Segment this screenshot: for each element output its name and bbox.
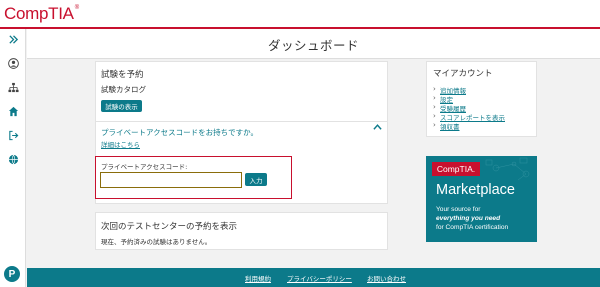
card-divider xyxy=(96,121,387,122)
my-account-title: マイアカウント xyxy=(433,69,493,79)
access-code-question[interactable]: プライベートアクセスコードをお持ちですか。 xyxy=(101,127,258,138)
user-icon[interactable] xyxy=(5,56,21,70)
chevron-right-icon: › xyxy=(433,103,436,111)
home-icon[interactable] xyxy=(5,104,21,118)
chevron-right-icon: › xyxy=(433,121,436,129)
left-sidebar xyxy=(0,29,26,287)
upcoming-appointments-title: 次回のテストセンターの予約を表示 xyxy=(101,222,238,232)
page-title: ダッシュボード xyxy=(267,38,359,53)
ad-line-2: everything you need xyxy=(436,215,501,222)
ad-comptia-badge: CompTIA. xyxy=(432,162,480,176)
globe-icon[interactable] xyxy=(5,152,21,166)
chevron-right-icon: › xyxy=(433,85,436,93)
schedule-exam-title: 試験を予約 xyxy=(101,70,144,80)
details-link[interactable]: 詳細はこちら xyxy=(101,139,140,149)
expand-icon[interactable] xyxy=(5,32,21,46)
footer-link-privacy[interactable]: プライバシーポリシー xyxy=(287,273,352,283)
page-title-bar: ダッシュボード xyxy=(27,29,600,59)
chevron-right-icon: › xyxy=(433,112,436,120)
sign-out-icon[interactable] xyxy=(5,128,21,142)
view-exams-button[interactable]: 試験の表示 xyxy=(101,100,142,112)
ad-line-3: for CompTIA certification xyxy=(436,224,509,231)
exam-catalog-label: 試験カタログ xyxy=(101,85,146,94)
top-header: CompTIA® xyxy=(0,0,600,29)
access-code-label: プライベートアクセスコード: xyxy=(101,163,188,171)
no-appointments-message: 現在、予約済みの試験はありません。 xyxy=(101,238,212,246)
footer-link-terms[interactable]: 利用規約 xyxy=(245,273,271,283)
comptia-logo[interactable]: CompTIA® xyxy=(4,4,79,24)
ad-title: Marketplace xyxy=(436,182,515,198)
chevron-up-icon[interactable] xyxy=(373,123,382,134)
sitemap-icon[interactable] xyxy=(5,80,21,94)
footer: 利用規約 プライバシーポリシー お問い合わせ xyxy=(27,268,600,287)
chevron-right-icon: › xyxy=(433,94,436,102)
ad-line-1: Your source for xyxy=(436,206,481,213)
submit-access-code-button[interactable]: 入力 xyxy=(245,173,267,186)
marketplace-ad-banner[interactable]: CompTIA. Marketplace Your source for eve… xyxy=(426,156,537,242)
access-code-input[interactable] xyxy=(100,172,242,188)
footer-link-contact[interactable]: お問い合わせ xyxy=(367,273,406,283)
pearson-logo-icon[interactable]: P xyxy=(4,266,20,282)
